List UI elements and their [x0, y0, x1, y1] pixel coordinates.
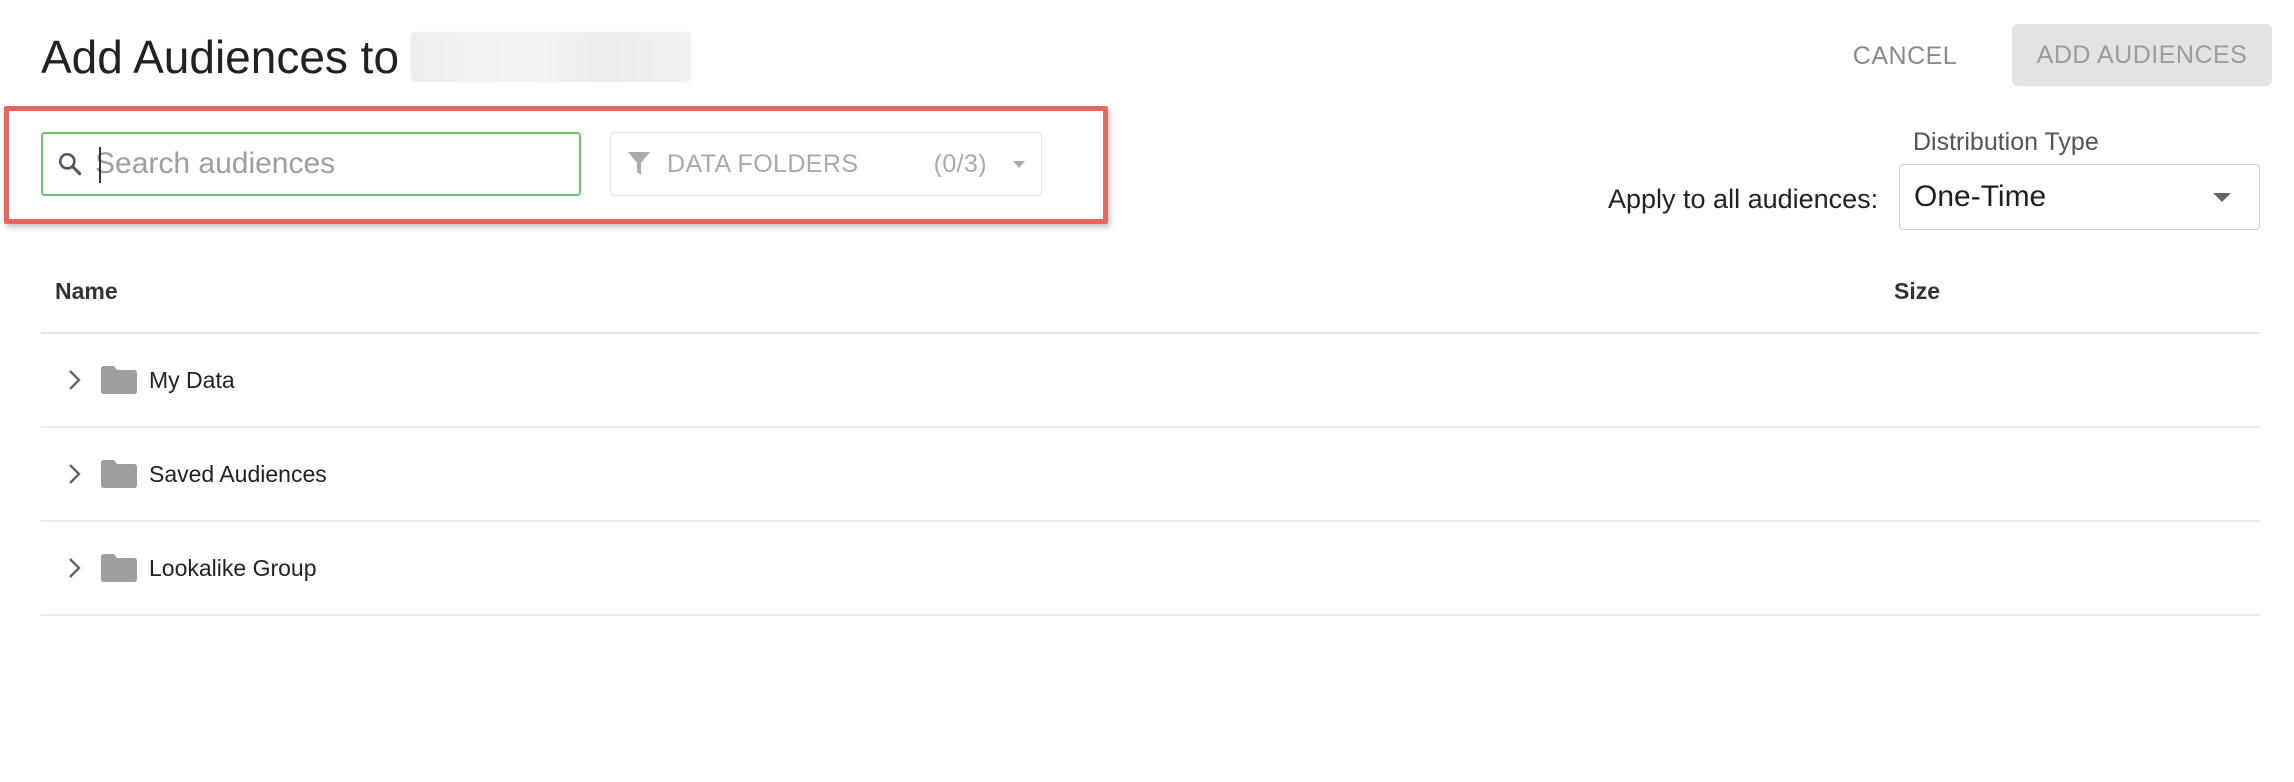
data-folders-dropdown[interactable]: DATA FOLDERS (0/3): [610, 132, 1042, 196]
search-icon: [58, 152, 82, 176]
data-folders-label: DATA FOLDERS: [667, 149, 859, 178]
column-header-size: Size: [1894, 277, 1941, 304]
column-header-name: Name: [55, 277, 118, 304]
apply-to-all-label: Apply to all audiences:: [1608, 184, 1879, 214]
folder-icon: [101, 460, 137, 488]
add-audiences-button[interactable]: ADD AUDIENCES: [2012, 24, 2272, 86]
table-header: Name Size: [41, 250, 2260, 334]
expand-chevron-icon[interactable]: [67, 368, 83, 392]
folder-icon: [101, 366, 137, 394]
cancel-button[interactable]: CANCEL: [1830, 28, 1980, 84]
table-row[interactable]: My Data: [41, 334, 2260, 428]
search-input[interactable]: [95, 147, 555, 181]
add-audiences-dialog: Add Audiences to CANCEL ADD AUDIENCES DA…: [0, 0, 2294, 782]
dropdown-arrow-icon: [2213, 192, 2231, 202]
row-label: Lookalike Group: [149, 554, 317, 581]
expand-chevron-icon[interactable]: [67, 462, 83, 486]
text-caret: [99, 147, 101, 183]
folder-icon: [101, 554, 137, 582]
distribution-type-value: One-Time: [1914, 180, 2047, 213]
distribution-type-label: Distribution Type: [1913, 128, 2099, 156]
row-label: My Data: [149, 366, 235, 393]
page-title-text: Add Audiences to: [41, 31, 400, 83]
chevron-down-icon: [1013, 160, 1025, 168]
search-field[interactable]: [41, 132, 581, 196]
table-row[interactable]: Lookalike Group: [41, 522, 2260, 616]
redacted-destination-name: [411, 32, 692, 82]
distribution-type-select[interactable]: One-Time: [1899, 164, 2260, 230]
audiences-table: Name Size My Data Saved Audiences Lookal…: [41, 250, 2260, 616]
filter-icon: [628, 152, 650, 175]
table-row[interactable]: Saved Audiences: [41, 428, 2260, 522]
data-folders-count: (0/3): [933, 149, 987, 178]
page-title: Add Audiences to: [41, 30, 692, 84]
row-label: Saved Audiences: [149, 460, 327, 487]
expand-chevron-icon[interactable]: [67, 556, 83, 580]
